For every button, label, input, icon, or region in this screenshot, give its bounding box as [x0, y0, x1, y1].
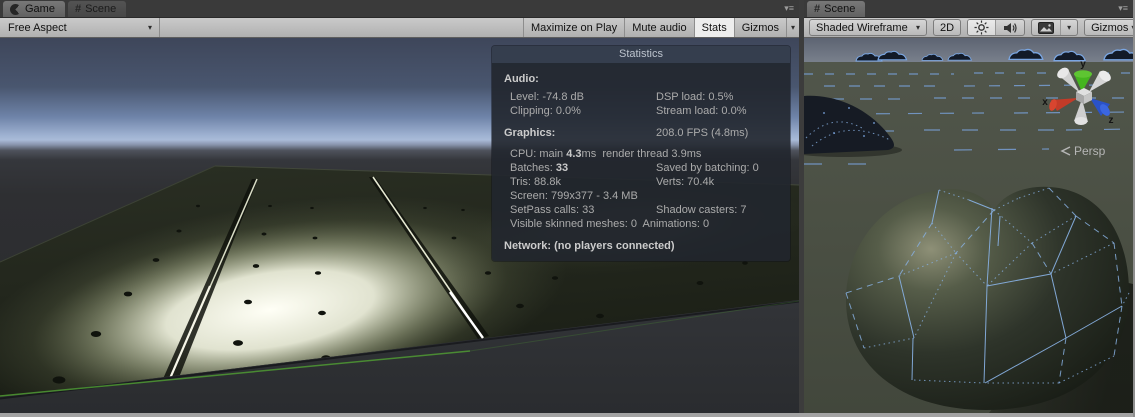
tab-game[interactable]: Game [3, 1, 65, 17]
game-toolbar-buttons: Maximize on Play Mute audio Stats Gizmos… [523, 18, 799, 37]
statistics-overlay: Statistics Audio: Level: -74.8 dB DSP lo… [492, 46, 790, 261]
game-view-icon [10, 4, 21, 15]
batches-row: Batches: 33 Saved by batching: 0 [504, 161, 778, 175]
chevron-down-icon: ▾ [916, 24, 920, 32]
game-panel-tabstrip: Game # Scene ▾≡ [0, 0, 799, 18]
statistics-title: Statistics [492, 46, 790, 63]
effects-dropdown-arrow[interactable]: ▾ [1060, 20, 1077, 35]
stats-row: Visible skinned meshes: 0 Animations: 0 [504, 217, 778, 231]
chevron-down-icon: ▾ [1067, 24, 1071, 32]
scene-viewport[interactable]: y x z Persp [804, 38, 1133, 413]
stats-row: Tris: 88.8k Verts: 70.4k [504, 175, 778, 189]
graphics-heading: Graphics: [504, 126, 656, 140]
scene-panel-tabstrip: # Scene ▾≡ [804, 0, 1133, 18]
persp-label: Persp [1074, 144, 1106, 158]
pane-menu-icon[interactable]: ▾≡ [784, 4, 794, 13]
graphics-heading-row: Graphics: 208.0 FPS (4.8ms) [504, 126, 778, 140]
apple-mesh[interactable] [846, 187, 1129, 410]
scene-toolbar: Shaded Wireframe ▾ 2D [804, 18, 1133, 38]
game-content: Statistics Audio: Level: -74.8 dB DSP lo… [0, 38, 799, 413]
audio-heading: Audio: [504, 73, 778, 85]
2d-toggle-button[interactable]: 2D [934, 20, 960, 35]
mute-audio-button[interactable]: Mute audio [624, 18, 693, 37]
draw-mode-value: Shaded Wireframe [816, 22, 908, 34]
axis-z-label: z [1109, 115, 1114, 126]
effects-group: ▾ [1031, 19, 1078, 36]
stats-row: Screen: 799x377 - 3.4 MB [504, 189, 778, 203]
chevron-down-icon: ▾ [791, 24, 795, 32]
scene-gizmos-dropdown[interactable]: Gizmos ▾ [1085, 20, 1133, 35]
stats-button[interactable]: Stats [694, 18, 734, 37]
pane-menu-icon[interactable]: ▾≡ [1118, 4, 1128, 13]
stats-row: Level: -74.8 dB DSP load: 0.5% [504, 90, 778, 104]
maximize-on-play-button[interactable]: Maximize on Play [523, 18, 624, 37]
stats-row: Clipping: 0.0% Stream load: 0.0% [504, 104, 778, 118]
lighting-audio-group [967, 19, 1025, 36]
scene-content: y x z Persp [804, 38, 1133, 413]
tab-scene-label: Scene [85, 3, 116, 15]
tab-scene-left[interactable]: # Scene [68, 1, 126, 17]
scene-effects-button[interactable] [1032, 20, 1060, 35]
tab-game-label: Game [25, 3, 55, 15]
scene-gizmos-group: Gizmos ▾ [1084, 19, 1133, 36]
statistics-body: Audio: Level: -74.8 dB DSP load: 0.5% Cl… [492, 63, 790, 261]
game-toolbar: Free Aspect ▾ Maximize on Play Mute audi… [0, 18, 799, 38]
aspect-dropdown[interactable]: Free Aspect ▾ [0, 18, 160, 37]
game-panel: Game # Scene ▾≡ Free Aspect ▾ Maximize o… [0, 0, 799, 413]
gizmos-button[interactable]: Gizmos [734, 18, 786, 37]
unity-editor-window: Game # Scene ▾≡ Free Aspect ▾ Maximize o… [0, 0, 1135, 417]
scene-lighting-button[interactable] [968, 20, 995, 35]
network-heading: Network: (no players connected) [504, 240, 778, 252]
speaker-icon [1002, 21, 1018, 35]
draw-mode-group: Shaded Wireframe ▾ [809, 19, 927, 36]
stats-row: SetPass calls: 33 Shadow casters: 7 [504, 203, 778, 217]
fps-value: 208.0 FPS (4.8ms) [656, 126, 748, 140]
scene-panel: # Scene ▾≡ Shaded Wireframe ▾ 2D [804, 0, 1133, 413]
tab-scene[interactable]: # Scene [807, 1, 865, 17]
cpu-row: CPU: main 4.3ms render thread 3.9ms [504, 147, 778, 161]
axis-y-label: y [1080, 59, 1086, 70]
tab-scene-label: Scene [824, 3, 855, 15]
image-icon [1038, 22, 1054, 34]
2d-group: 2D [933, 19, 961, 36]
scene-grid-icon: # [75, 4, 81, 15]
scene-audio-button[interactable] [995, 20, 1024, 35]
axis-x-label: x [1042, 97, 1048, 108]
scene-grid-icon: # [814, 4, 820, 15]
gizmos-dropdown-arrow[interactable]: ▾ [786, 18, 799, 37]
window-bottom-edge [0, 413, 1135, 417]
aspect-dropdown-value: Free Aspect [8, 22, 67, 34]
draw-mode-dropdown[interactable]: Shaded Wireframe ▾ [810, 20, 926, 35]
sun-icon [974, 20, 989, 35]
chevron-down-icon: ▾ [148, 24, 152, 32]
